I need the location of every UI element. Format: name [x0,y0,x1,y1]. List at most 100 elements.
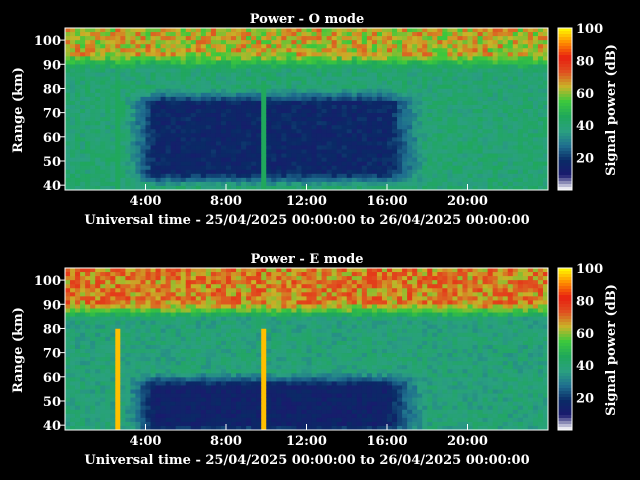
heatmap-cell [422,133,428,138]
heatmap-cell [447,121,453,126]
heatmap-cell [467,28,473,33]
heatmap-cell [392,109,398,114]
heatmap-cell [150,304,156,309]
heatmap-cell [190,145,197,150]
heatmap-cell [261,68,267,73]
heatmap-cell [336,181,343,187]
heatmap-cell [220,113,227,118]
colorbar-swatch [558,100,572,104]
heatmap-cell [422,125,428,130]
heatmap-cell [437,121,443,126]
heatmap-cell [452,129,458,134]
heatmap-cell [125,113,131,118]
heatmap-cell [482,129,489,134]
heatmap-cell [452,96,458,102]
heatmap-cell [160,72,167,77]
heatmap-cell [220,72,227,77]
heatmap-cell [376,141,383,146]
heatmap-cell [120,268,126,273]
heatmap-cell [125,421,131,427]
heatmap-cell [261,157,267,163]
heatmap-cell [472,64,478,69]
heatmap-cell [140,357,146,362]
heatmap-cell [442,109,448,114]
heatmap-cell [135,56,141,61]
heatmap-cell [502,80,509,86]
heatmap-cell [392,56,398,61]
heatmap-cell [170,373,177,378]
heatmap-cell [276,48,282,53]
heatmap-cell [487,64,494,69]
colorbar-swatch [558,112,572,116]
heatmap-cell [190,332,197,338]
heatmap-cell [190,157,197,163]
heatmap-cell [70,377,76,382]
heatmap-cell [477,125,483,130]
heatmap-cell [165,336,172,342]
heatmap-cell [477,141,483,146]
heatmap-cell [65,48,71,53]
heatmap-cell [301,100,307,106]
colorbar-swatch [558,91,572,95]
heatmap-cell [341,80,348,86]
heatmap-cell [100,145,106,150]
heatmap-cell [356,44,363,49]
heatmap-cell [180,169,187,175]
heatmap-cell [110,40,116,45]
heatmap-cell [472,72,478,77]
heatmap-cell [150,409,156,415]
heatmap-cell [442,113,448,118]
heatmap-cell [100,76,106,82]
heatmap-cell [150,284,156,289]
heatmap-cell [215,161,222,167]
heatmap-cell [256,44,262,49]
heatmap-cell [326,68,333,73]
heatmap-cell [537,52,544,57]
heatmap-cell [155,157,161,163]
heatmap-cell [326,36,333,41]
heatmap-cell [236,100,242,106]
heatmap-cell [296,181,302,187]
heatmap-cell [70,324,76,330]
heatmap-cell [110,405,116,411]
heatmap-cell [80,369,86,374]
heatmap-cell [512,40,519,45]
heatmap-cell [281,133,287,138]
heatmap-cell [281,125,287,130]
heatmap-cell [110,304,116,309]
heatmap-cell [220,145,227,150]
heatmap-cell [412,117,418,122]
heatmap-cell [492,145,499,150]
heatmap-cell [100,92,106,98]
heatmap-cell [467,64,473,69]
heatmap-cell [296,117,302,122]
heatmap-cell [120,153,126,158]
heatmap-cell [477,129,483,134]
heatmap-cell [210,72,217,77]
heatmap-cell [120,80,126,86]
heatmap-cell [462,137,468,142]
heatmap-cell [492,72,499,77]
heatmap-cell [276,121,282,126]
heatmap-cell [417,165,423,171]
heatmap-cell [331,88,338,94]
heatmap-cell [160,109,167,114]
heatmap-cell [130,104,136,110]
heatmap-cell [180,373,187,378]
heatmap-cell [85,76,91,82]
heatmap-cell [366,36,373,41]
heatmap-cell [231,92,237,98]
heatmap-cell [205,88,212,94]
heatmap-cell [361,60,368,65]
heatmap-cell [371,113,378,118]
heatmap-cell [316,157,322,163]
heatmap-cell [205,44,212,49]
heatmap-cell [115,324,121,330]
heatmap-cell [210,44,217,49]
heatmap-cell [226,121,232,126]
heatmap-cell [517,104,524,110]
heatmap-cell [321,165,328,171]
heatmap-cell [527,72,534,77]
heatmap-cell [361,44,368,49]
heatmap-cell [185,409,192,415]
